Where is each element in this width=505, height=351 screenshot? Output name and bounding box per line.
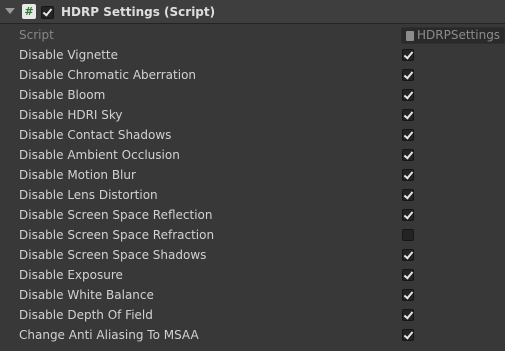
script-object-field[interactable]: HDRPSettings [401,27,505,44]
script-name: HDRPSettings [417,28,501,42]
property-checkbox[interactable] [402,49,414,61]
property-row: Change Anti Aliasing To MSAA [0,325,505,345]
property-checkbox[interactable] [402,289,414,301]
property-checkbox[interactable] [402,129,414,141]
property-row: Disable Chromatic Aberration [0,65,505,85]
script-row: Script HDRPSettings [0,25,505,45]
property-checkbox[interactable] [402,309,414,321]
property-row: Disable Vignette [0,45,505,65]
property-row: Disable White Balance [0,285,505,305]
property-row: Disable Lens Distortion [0,185,505,205]
property-row: Disable Depth Of Field [0,305,505,325]
property-label: Disable White Balance [19,288,154,302]
property-label: Disable Lens Distortion [19,188,158,202]
property-checkbox[interactable] [402,69,414,81]
property-row: Disable Screen Space Shadows [0,245,505,265]
property-checkbox[interactable] [402,149,414,161]
property-row: Disable HDRI Sky [0,105,505,125]
component-header[interactable]: # HDRP Settings (Script) [0,0,505,24]
property-row: Disable Ambient Occlusion [0,145,505,165]
property-label: Disable Ambient Occlusion [19,148,180,162]
property-checkbox[interactable] [402,329,414,341]
property-row: Disable Screen Space Reflection [0,205,505,225]
property-row: Disable Screen Space Refraction [0,225,505,245]
component-enabled-checkbox[interactable] [41,6,54,19]
property-checkbox[interactable] [402,209,414,221]
script-label: Script [19,28,54,42]
property-checkbox[interactable] [402,109,414,121]
property-label: Change Anti Aliasing To MSAA [19,328,199,342]
property-checkbox[interactable] [402,89,414,101]
property-label: Disable Motion Blur [19,168,136,182]
property-checkbox[interactable] [402,269,414,281]
property-label: Disable Screen Space Shadows [19,248,207,262]
property-label: Disable Screen Space Reflection [19,208,213,222]
property-label: Disable Vignette [19,48,119,62]
component-title: HDRP Settings (Script) [61,5,216,19]
property-checkbox[interactable] [402,169,414,181]
property-row: Disable Bloom [0,85,505,105]
property-row: Disable Contact Shadows [0,125,505,145]
property-row: Disable Exposure [0,265,505,285]
property-label: Disable Exposure [19,268,123,282]
property-checkbox[interactable] [402,249,414,261]
property-checkbox[interactable] [402,189,414,201]
property-label: Disable HDRI Sky [19,108,123,122]
property-label: Disable Bloom [19,88,106,102]
property-row: Disable Motion Blur [0,165,505,185]
property-label: Disable Depth Of Field [19,308,153,322]
property-label: Disable Contact Shadows [19,128,172,142]
script-file-icon [406,31,414,41]
foldout-arrow-icon[interactable] [5,8,15,14]
property-label: Disable Chromatic Aberration [19,68,197,82]
property-checkbox[interactable] [402,229,414,241]
script-hash-icon: # [22,4,36,19]
property-label: Disable Screen Space Refraction [19,228,215,242]
